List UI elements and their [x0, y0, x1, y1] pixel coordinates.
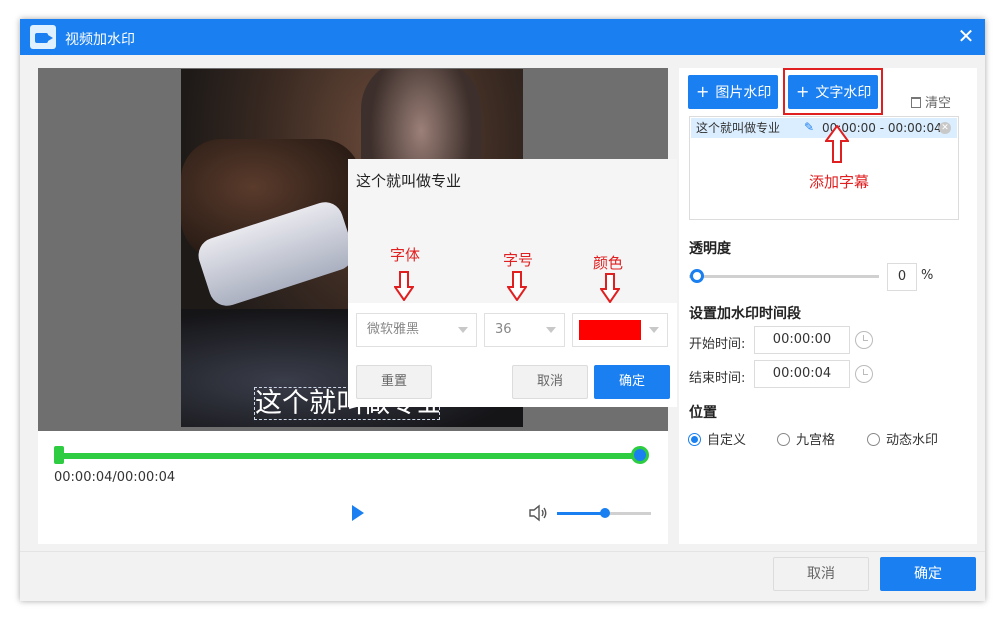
size-annotation: 字号: [503, 251, 534, 269]
arrow-up-icon: [825, 125, 849, 163]
plus-icon: +: [696, 82, 710, 101]
watermark-window: 视频加水印 ✕ 这个就叫做专业 这个就叫做专业 字体 字号: [20, 19, 985, 601]
pencil-icon[interactable]: ✎: [804, 121, 816, 133]
clear-button[interactable]: 清空: [911, 92, 951, 111]
title-bar: 视频加水印 ✕: [20, 19, 985, 55]
color-swatch: [579, 320, 641, 340]
opacity-slider-knob[interactable]: [690, 269, 704, 283]
main-content: 这个就叫做专业 这个就叫做专业 字体 字号 颜色 微软雅黑: [20, 55, 985, 551]
radio-icon: [867, 433, 880, 446]
end-time-input[interactable]: 00:00:04: [754, 360, 850, 388]
chevron-down-icon: [546, 327, 556, 333]
list-item[interactable]: 这个就叫做专业 ✎ 00:00:00 - 00:00:04 ✕: [691, 118, 957, 138]
video-camera-icon: [30, 25, 56, 49]
play-icon[interactable]: [352, 505, 364, 521]
reset-start-time-icon[interactable]: [855, 331, 873, 349]
add-image-watermark-button[interactable]: + 图片水印: [688, 75, 778, 109]
watermark-text-value: 这个就叫做专业: [356, 172, 462, 190]
end-time-label: 结束时间:: [689, 371, 746, 386]
volume-icon[interactable]: [528, 504, 548, 522]
window-title: 视频加水印: [65, 32, 135, 48]
footer: 取消 确定: [20, 551, 985, 601]
opacity-title: 透明度: [689, 241, 731, 257]
opacity-slider[interactable]: [689, 275, 879, 278]
radio-selected-icon: [688, 433, 701, 446]
video-preview: 这个就叫做专业 这个就叫做专业 字体 字号 颜色 微软雅黑: [38, 68, 677, 431]
add-text-watermark-label: 文字水印: [815, 85, 872, 101]
add-text-watermark-button[interactable]: + 文字水印: [788, 75, 878, 109]
radio-grid[interactable]: 九宫格: [777, 429, 835, 448]
ok-button[interactable]: 确定: [880, 557, 976, 591]
add-image-watermark-label: 图片水印: [715, 85, 772, 101]
radio-icon: [777, 433, 790, 446]
dialog-cancel-button[interactable]: 取消: [512, 365, 588, 399]
close-icon[interactable]: ✕: [955, 25, 977, 47]
dialog-ok-button[interactable]: 确定: [594, 365, 670, 399]
text-edit-dialog: 这个就叫做专业 字体 字号 颜色 微软雅黑 36 重置 取消 确定: [348, 159, 677, 407]
cancel-button[interactable]: 取消: [773, 557, 869, 591]
arrow-down-icon: [600, 273, 620, 303]
color-annotation: 颜色: [593, 254, 624, 272]
volume-knob[interactable]: [600, 508, 610, 518]
preview-panel: 这个就叫做专业 这个就叫做专业 字体 字号 颜色 微软雅黑: [38, 68, 677, 544]
opacity-input[interactable]: 0: [887, 263, 917, 291]
size-select-value: 36: [495, 322, 512, 337]
settings-panel: + 图片水印 + 文字水印 清空 这个就叫做专业 ✎ 00:00:00 - 00:0…: [679, 68, 977, 544]
volume-level: [557, 512, 604, 515]
radio-custom-label: 自定义: [707, 433, 747, 448]
radio-grid-label: 九宫格: [796, 433, 836, 448]
time-display: 00:00:04/00:00:04: [54, 470, 176, 485]
start-time-label: 开始时间:: [689, 337, 746, 352]
reset-button[interactable]: 重置: [356, 365, 432, 399]
arrow-down-icon: [394, 271, 414, 301]
chevron-down-icon: [458, 327, 468, 333]
start-time-input[interactable]: 00:00:00: [754, 326, 850, 354]
time-section-title: 设置加水印时间段: [689, 306, 801, 322]
trim-start-handle[interactable]: [54, 446, 64, 464]
remove-icon[interactable]: ✕: [939, 122, 951, 134]
radio-dynamic[interactable]: 动态水印: [867, 429, 938, 448]
font-annotation: 字体: [390, 246, 421, 264]
watermark-name: 这个就叫做专业: [696, 121, 781, 135]
progress-bar[interactable]: [56, 453, 648, 459]
plus-icon: +: [796, 82, 810, 101]
playhead-knob[interactable]: [631, 446, 649, 464]
reset-end-time-icon[interactable]: [855, 365, 873, 383]
arrow-down-icon: [507, 271, 527, 301]
trash-icon: [911, 97, 921, 108]
radio-dynamic-label: 动态水印: [886, 433, 939, 448]
color-select[interactable]: [572, 313, 668, 347]
add-subtitle-annotation: 添加字幕: [809, 173, 870, 191]
size-select[interactable]: 36: [484, 313, 565, 347]
opacity-unit: %: [921, 268, 934, 283]
position-title: 位置: [689, 405, 717, 421]
clear-label: 清空: [925, 96, 952, 111]
chevron-down-icon: [649, 327, 659, 333]
watermark-list: 这个就叫做专业 ✎ 00:00:00 - 00:00:04 ✕: [689, 116, 959, 220]
radio-custom[interactable]: 自定义: [688, 429, 746, 448]
font-select[interactable]: 微软雅黑: [356, 313, 477, 347]
font-select-value: 微软雅黑: [367, 322, 420, 337]
